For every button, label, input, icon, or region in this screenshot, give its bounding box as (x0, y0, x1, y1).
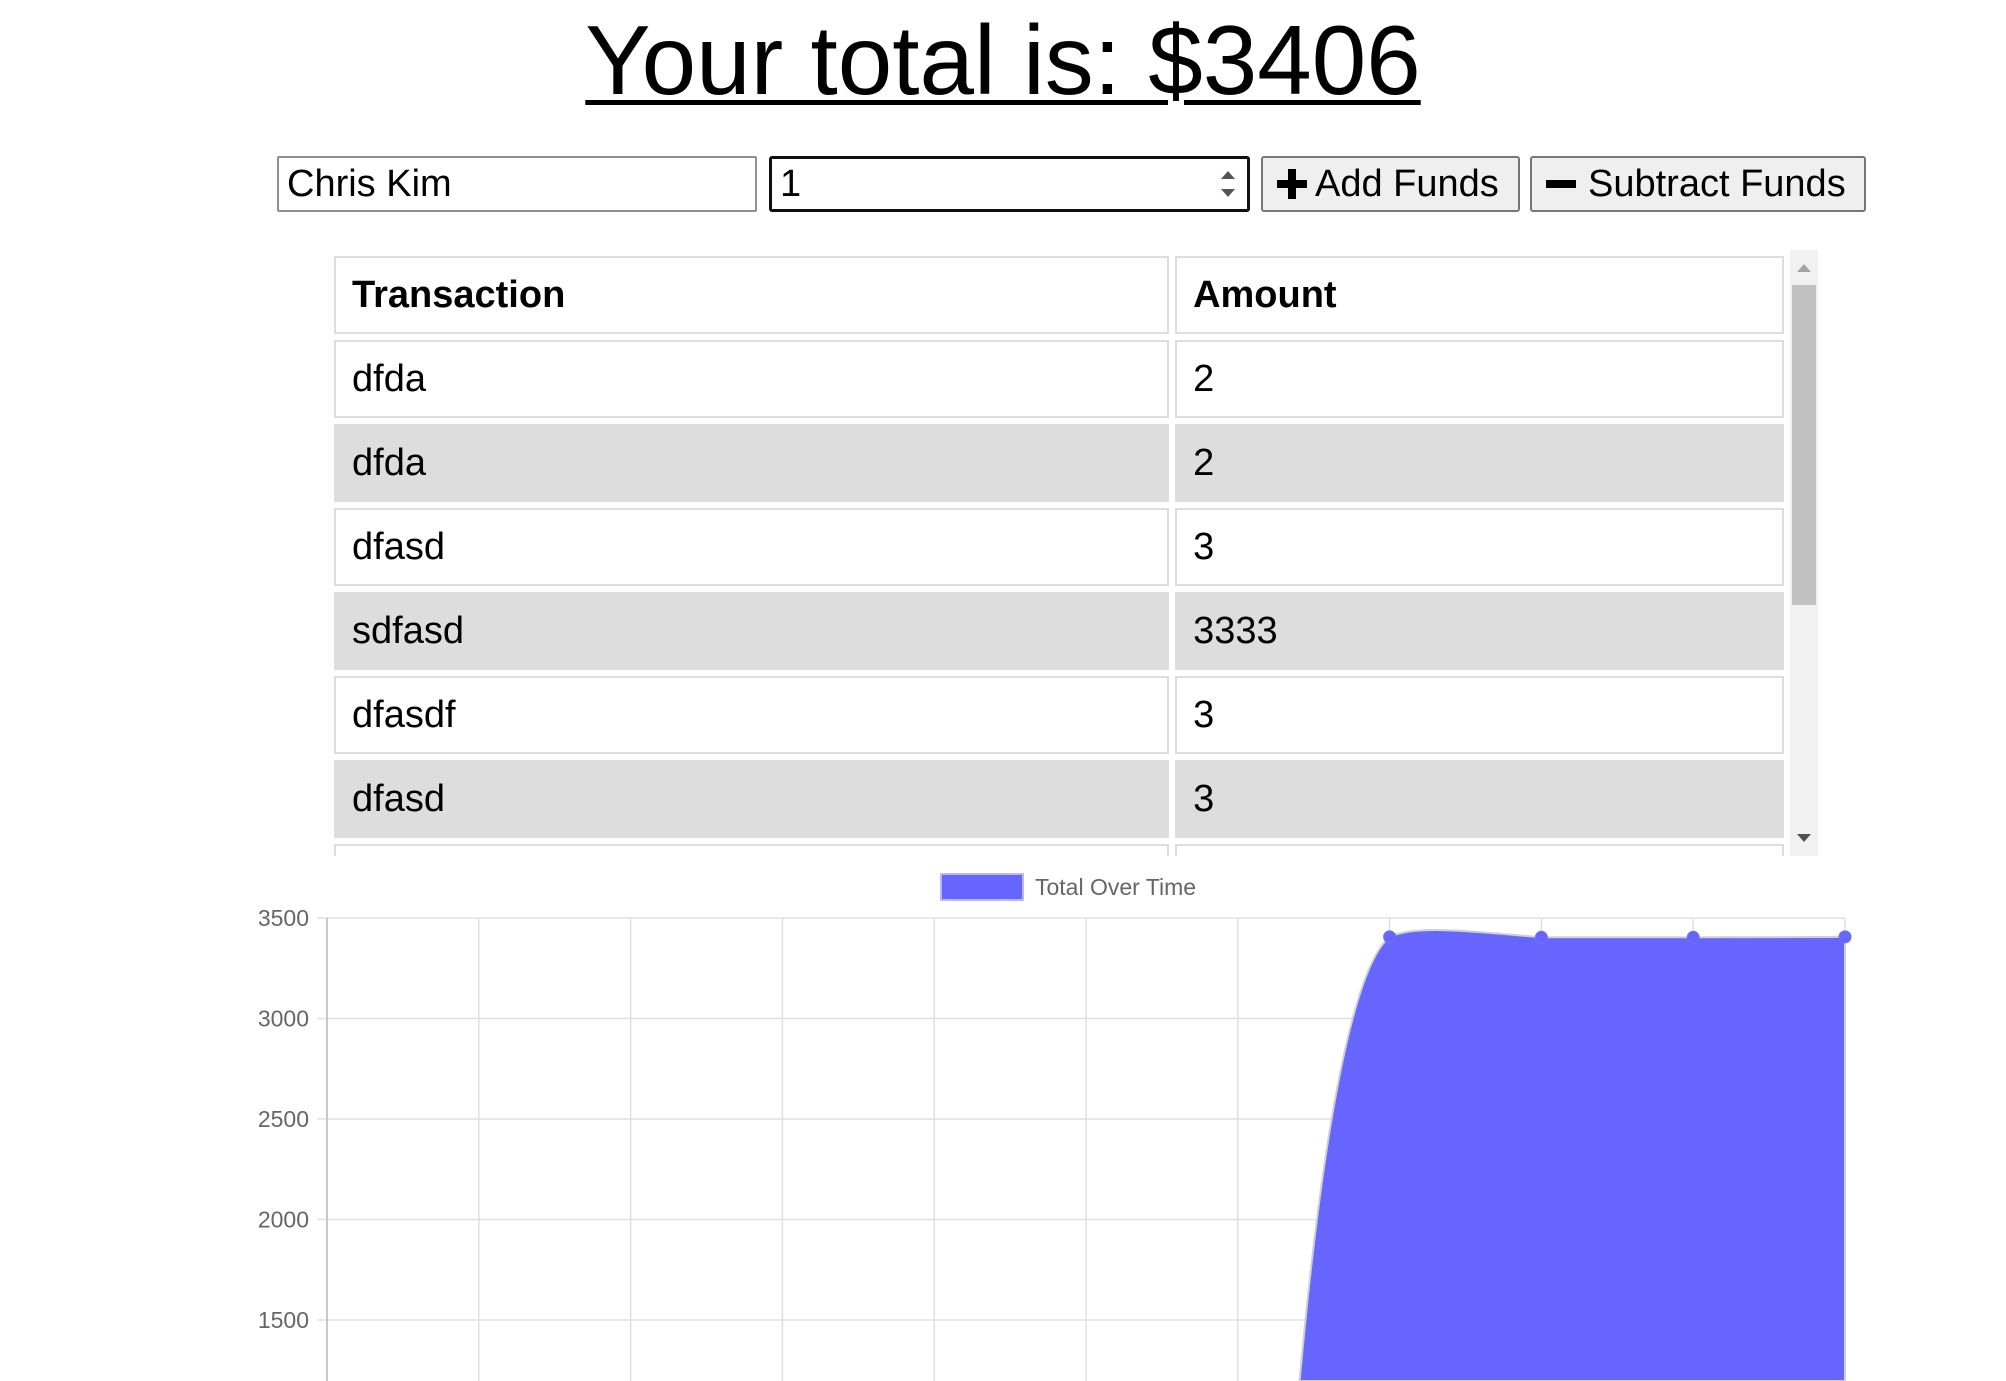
series-area (1298, 929, 1846, 1381)
transaction-name-input[interactable] (277, 156, 757, 212)
scroll-up-icon[interactable] (1797, 264, 1811, 272)
amount-cell: 2 (1175, 340, 1784, 418)
transactions-table: Transaction Amount dfda 2 dfda 2 dfasd 3… (328, 250, 1790, 856)
data-point (1838, 930, 1852, 944)
spinner-down-icon[interactable] (1221, 189, 1235, 197)
transaction-cell: dfda (334, 424, 1170, 502)
data-point (1534, 930, 1548, 944)
amount-cell: 3 (1175, 508, 1784, 586)
table-row: dfda 2 (334, 424, 1784, 502)
table-row: dfasd 3 (334, 760, 1784, 838)
header-amount: Amount (1175, 256, 1784, 334)
subtract-funds-label: Subtract Funds (1588, 162, 1846, 205)
y-tick-label: 1500 (258, 1307, 309, 1333)
data-point (1383, 930, 1397, 944)
legend-label: Total Over Time (1035, 874, 1196, 900)
table-row: dfasd 3 (334, 508, 1784, 586)
transaction-cell: dfasd (334, 508, 1170, 586)
amount-cell: 2 (1175, 424, 1784, 502)
amount-cell: 3 (1175, 760, 1784, 838)
number-spinner[interactable] (1217, 165, 1239, 203)
amount-cell: 3333 (1175, 592, 1784, 670)
y-tick-label: 2000 (258, 1207, 309, 1233)
header-transaction: Transaction (334, 256, 1170, 334)
transactions-table-container[interactable]: Transaction Amount dfda 2 dfda 2 dfasd 3… (328, 250, 1818, 856)
y-tick-label: 3000 (258, 1006, 309, 1032)
scrollbar-thumb[interactable] (1792, 285, 1816, 605)
page-title: Your total is: $3406 (585, 5, 1421, 115)
scroll-down-icon[interactable] (1797, 834, 1811, 842)
transaction-cell: dfda (334, 340, 1170, 418)
transaction-cell: sdfasd (334, 592, 1170, 670)
amount-cell (1175, 844, 1784, 856)
transaction-cell: dfasdf (334, 676, 1170, 754)
amount-cell: 3 (1175, 676, 1784, 754)
table-row: sdfasd 3333 (334, 592, 1784, 670)
subtract-funds-button[interactable]: Subtract Funds (1530, 156, 1866, 212)
table-row (334, 844, 1784, 856)
legend-swatch (940, 873, 1024, 901)
data-point (1686, 930, 1700, 944)
table-row: dfda 2 (334, 340, 1784, 418)
amount-field[interactable] (769, 156, 1250, 212)
y-tick-label: 3500 (258, 905, 309, 931)
transaction-cell (334, 844, 1170, 856)
add-funds-button[interactable]: Add Funds (1261, 156, 1520, 212)
spinner-up-icon[interactable] (1221, 171, 1235, 179)
table-scrollbar[interactable] (1790, 250, 1818, 856)
plus-icon (1277, 169, 1307, 199)
amount-input[interactable] (772, 159, 1208, 209)
table-row: dfasdf 3 (334, 676, 1784, 754)
total-over-time-chart: Total Over Time 3500 3000 2500 2000 1500 (258, 873, 1852, 1381)
add-funds-label: Add Funds (1315, 162, 1499, 205)
minus-icon (1546, 169, 1576, 199)
y-tick-label: 2500 (258, 1106, 309, 1132)
transaction-cell: dfasd (334, 760, 1170, 838)
